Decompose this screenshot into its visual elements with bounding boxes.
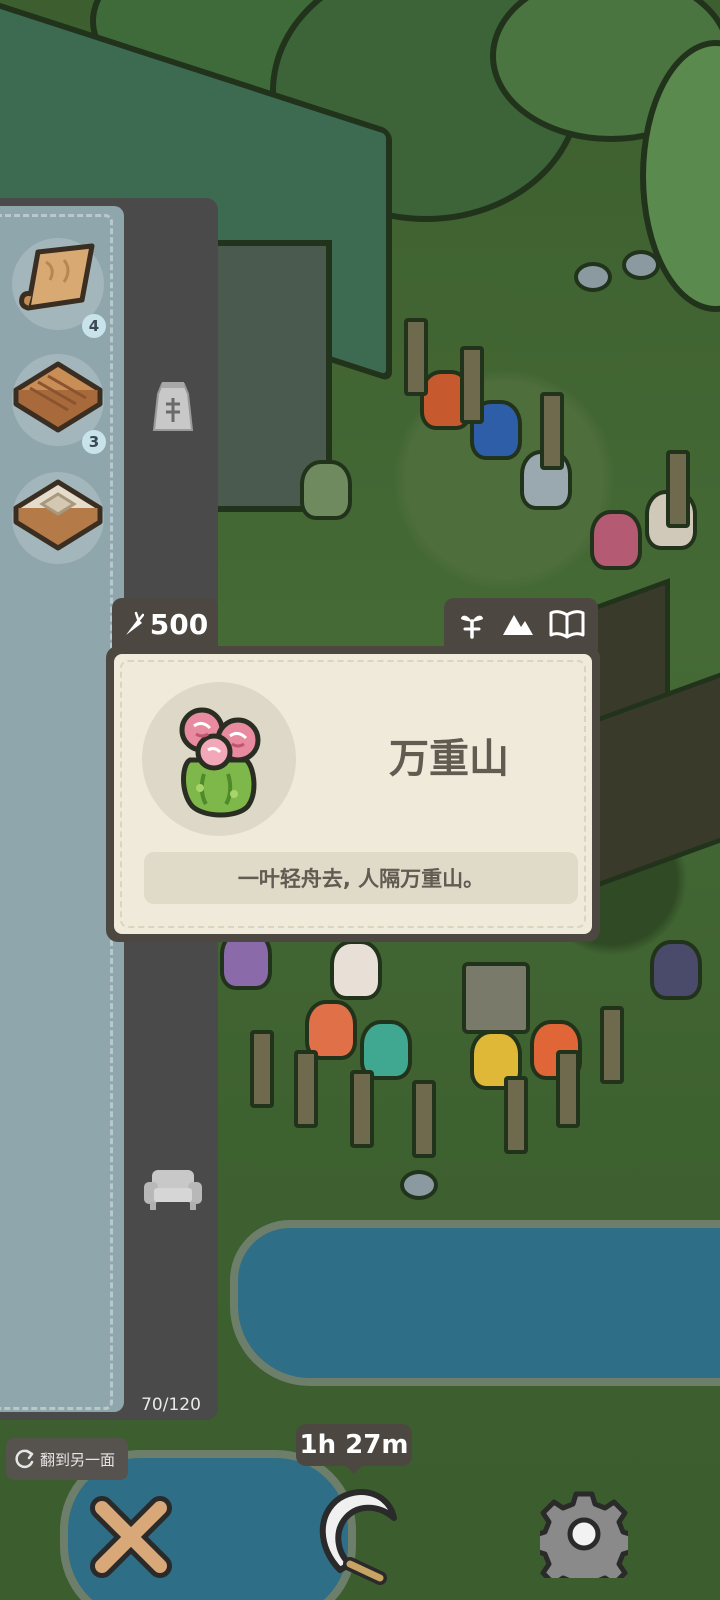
gear-icon[interactable] xyxy=(532,1490,636,1595)
item-detail-card: 万重山 一叶轻舟去, 人隔万重山。 xyxy=(106,646,600,942)
fence-post xyxy=(460,346,484,424)
fence-post xyxy=(666,450,690,528)
fence-post xyxy=(600,1006,624,1084)
seed-bag-icon[interactable] xyxy=(148,378,198,440)
item-detail-card-body: 万重山 一叶轻舟去, 人隔万重山。 xyxy=(114,654,592,934)
inventory-item-count: 4 xyxy=(82,314,106,338)
garden-plant xyxy=(650,940,702,1000)
fence-post xyxy=(404,318,428,396)
stone-tile-icon xyxy=(13,479,103,551)
rock xyxy=(400,1170,438,1200)
item-cost: 500 xyxy=(112,598,218,650)
fence-post xyxy=(412,1080,436,1158)
flip-side-label: 翻到另一面 xyxy=(40,1450,116,1469)
item-name: 万重山 xyxy=(389,736,509,782)
pink-flower-cactus-icon xyxy=(179,707,261,818)
item-description: 一叶轻舟去, 人隔万重山。 xyxy=(144,852,578,904)
mountain-icon[interactable] xyxy=(501,609,535,639)
sofa-icon[interactable] xyxy=(142,1166,204,1216)
sickle-icon[interactable] xyxy=(306,1478,406,1592)
garden-plant xyxy=(300,460,352,520)
item-info-tabs xyxy=(444,598,598,650)
fence-post xyxy=(294,1050,318,1128)
fence-post xyxy=(556,1050,580,1128)
timer-badge: 1h 27m xyxy=(296,1424,412,1466)
rock xyxy=(574,262,612,292)
garden-plant xyxy=(330,940,382,1000)
lantern xyxy=(462,962,530,1034)
pond xyxy=(230,1220,720,1386)
inventory-capacity: 70/120 xyxy=(141,1395,201,1415)
sprout-icon[interactable] xyxy=(457,609,487,639)
item-image xyxy=(142,682,296,836)
fence-post xyxy=(350,1070,374,1148)
inventory-item-count: 3 xyxy=(82,430,106,454)
flip-side-button[interactable]: 翻到另一面 xyxy=(6,1438,128,1480)
fence-post xyxy=(540,392,564,470)
fence-post xyxy=(504,1076,528,1154)
timer-badge-pointer xyxy=(344,1464,364,1474)
close-x-icon[interactable] xyxy=(88,1494,174,1584)
item-cost-value: 500 xyxy=(149,607,209,641)
garden-plant xyxy=(590,510,642,570)
rotate-icon xyxy=(15,1449,34,1469)
fence-post xyxy=(250,1030,274,1108)
rock xyxy=(622,250,660,280)
book-icon[interactable] xyxy=(549,609,585,639)
carrot-icon xyxy=(125,611,144,635)
inventory-item-stone-tile[interactable] xyxy=(12,472,104,564)
